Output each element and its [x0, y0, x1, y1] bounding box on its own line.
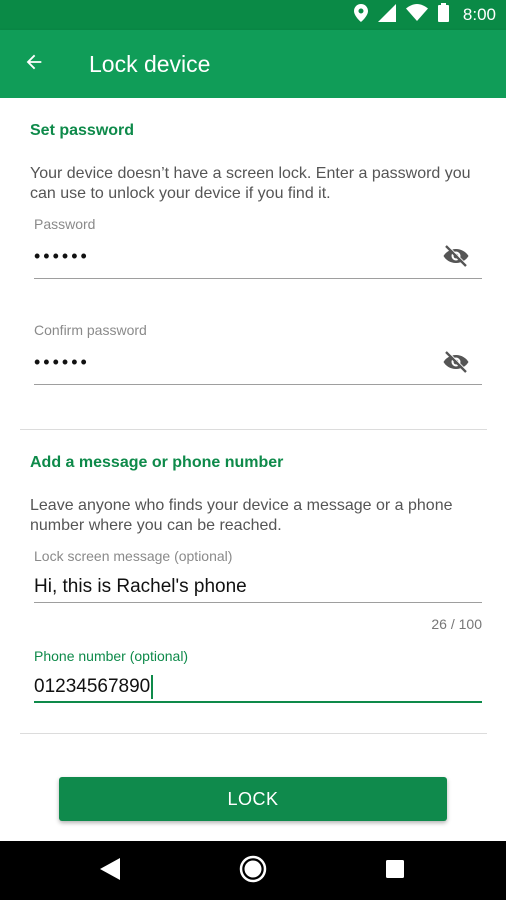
visibility-off-icon [442, 350, 470, 379]
lock-message-underline [34, 602, 482, 603]
phone-number-label: Phone number (optional) [34, 648, 189, 664]
system-nav-bar [0, 841, 506, 900]
app-bar: Lock device [0, 30, 506, 98]
visibility-off-icon [442, 244, 470, 273]
back-triangle-icon [100, 857, 120, 885]
main-content: Set password Your device doesn’t have a … [0, 98, 506, 841]
password-label: Password [34, 216, 96, 232]
message-section-title: Add a message or phone number [30, 454, 284, 471]
phone-number-input[interactable]: 01234567890 [34, 672, 482, 702]
message-section-description: Leave anyone who finds your device a mes… [30, 497, 453, 534]
arrow-back-icon [23, 51, 45, 78]
set-password-description: Your device doesn’t have a screen lock. … [30, 165, 471, 202]
back-button[interactable] [20, 50, 48, 78]
page-title: Lock device [89, 51, 211, 77]
phone-number-value: 01234567890 [34, 676, 151, 697]
set-password-title: Set password [30, 122, 135, 139]
text-cursor [151, 674, 154, 699]
lock-button[interactable]: LOCK [59, 777, 447, 821]
wifi-icon [405, 4, 428, 26]
signal-icon [377, 3, 396, 27]
home-circle-icon [239, 855, 267, 888]
confirm-password-input[interactable]: •••••• [34, 352, 90, 373]
section-divider [20, 429, 487, 430]
status-icons: 8:00 [353, 0, 496, 30]
recents-square-icon [385, 859, 405, 884]
confirm-password-visibility-toggle[interactable] [441, 349, 471, 379]
lock-message-label: Lock screen message (optional) [34, 548, 233, 564]
section-divider-bottom [20, 733, 487, 734]
password-underline [34, 278, 482, 279]
phone-number-underline [34, 701, 482, 703]
nav-recents-button[interactable] [377, 853, 413, 889]
lock-message-counter: 26 / 100 [431, 616, 482, 632]
lock-message-input[interactable]: Hi, this is Rachel's phone [34, 572, 482, 602]
confirm-password-label: Confirm password [34, 322, 147, 338]
password-visibility-toggle[interactable] [441, 243, 471, 273]
nav-back-button[interactable] [92, 853, 128, 889]
battery-icon [437, 3, 449, 27]
nav-home-button[interactable] [235, 853, 271, 889]
status-time: 8:00 [462, 5, 496, 24]
status-bar: 8:00 [0, 0, 506, 30]
password-input[interactable]: •••••• [34, 246, 90, 267]
confirm-password-underline [34, 384, 482, 385]
location-icon [353, 3, 368, 27]
